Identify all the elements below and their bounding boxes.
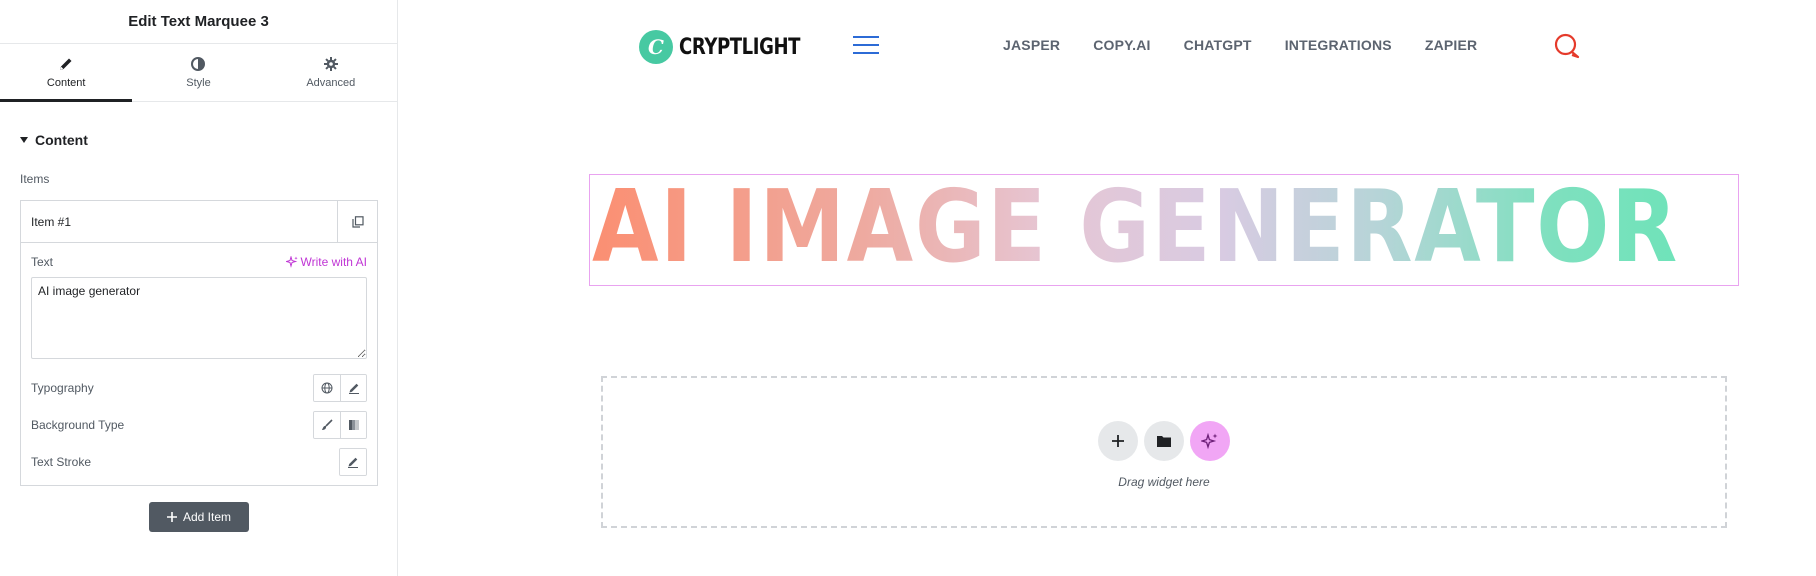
global-typography-button[interactable]	[314, 375, 340, 401]
typography-label: Typography	[31, 381, 94, 395]
add-section-button[interactable]	[1098, 421, 1138, 461]
edit-text-stroke-button[interactable]	[340, 449, 366, 475]
nav-link-copy-ai[interactable]: COPY.AI	[1093, 37, 1150, 53]
repeater-item-title: Item #1	[31, 214, 72, 229]
widget-dropzone[interactable]: Drag widget here	[601, 376, 1727, 528]
ai-generate-button[interactable]	[1190, 421, 1230, 461]
repeater-item: Item #1 Text Write with AI AI image gene…	[20, 200, 378, 486]
sparkle-icon	[285, 256, 298, 268]
half-circle-icon	[191, 57, 206, 71]
text-stroke-row: Text Stroke	[31, 448, 367, 476]
copy-icon	[351, 215, 364, 228]
tab-content-label: Content	[46, 77, 86, 89]
tab-style-label: Style	[186, 77, 211, 89]
tab-advanced[interactable]: Advanced	[265, 44, 397, 101]
nav-link-chatgpt[interactable]: CHATGPT	[1184, 37, 1252, 53]
repeater-item-header[interactable]: Item #1	[21, 200, 377, 243]
content-section-title: Content	[35, 132, 88, 148]
items-label: Items	[20, 172, 50, 186]
folder-icon	[1157, 436, 1171, 447]
logo-letter: C	[648, 35, 664, 59]
write-with-ai-button[interactable]: Write with AI	[285, 255, 367, 269]
globe-icon	[321, 382, 333, 394]
dropzone-label: Drag widget here	[1118, 475, 1210, 489]
add-template-button[interactable]	[1144, 421, 1184, 461]
dropzone-buttons	[1098, 421, 1230, 461]
text-textarea[interactable]: AI image generator	[31, 277, 367, 359]
typography-row: Typography	[31, 374, 367, 402]
text-stroke-controls	[339, 448, 367, 476]
text-stroke-label: Text Stroke	[31, 455, 92, 469]
panel-header: Edit Text Marquee 3	[0, 0, 397, 44]
background-gradient-button[interactable]	[340, 412, 366, 438]
tab-style[interactable]: Style	[132, 44, 264, 101]
search-icon[interactable]	[1553, 32, 1581, 60]
logo-text: CRYPTLIGHT	[679, 34, 801, 60]
caret-down-icon	[20, 137, 28, 143]
nav-link-integrations[interactable]: INTEGRATIONS	[1285, 37, 1392, 53]
page-preview: C CRYPTLIGHT JASPER COPY.AI CHATGPT INTE…	[399, 0, 1816, 576]
pencil-icon	[348, 457, 358, 468]
background-classic-button[interactable]	[314, 412, 340, 438]
plus-icon	[1112, 435, 1124, 447]
nav-link-zapier[interactable]: ZAPIER	[1425, 37, 1478, 53]
write-with-ai-label: Write with AI	[300, 255, 367, 269]
hamburger-menu-icon[interactable]	[853, 36, 879, 60]
panel-tabs: Content Style Advanced	[0, 44, 397, 102]
repeater-item-body: Text Write with AI AI image generator Ty…	[21, 243, 377, 485]
typography-controls	[313, 374, 367, 402]
logo-mark: C	[639, 30, 673, 64]
background-type-row: Background Type	[31, 411, 367, 439]
editor-panel: Edit Text Marquee 3 Content Style Advanc…	[0, 0, 398, 576]
main-nav: JASPER COPY.AI CHATGPT INTEGRATIONS ZAPI…	[1003, 37, 1510, 53]
brush-icon	[322, 419, 333, 430]
sparkle-icon	[1201, 432, 1218, 450]
tab-advanced-label: Advanced	[306, 77, 356, 89]
background-type-controls	[313, 411, 367, 439]
text-label: Text	[31, 255, 54, 269]
content-section-toggle[interactable]: Content	[0, 132, 397, 148]
plus-icon	[166, 512, 177, 522]
pencil-icon	[348, 383, 359, 394]
add-item-button[interactable]: Add Item	[149, 502, 249, 532]
add-item-label: Add Item	[182, 510, 232, 524]
tab-content[interactable]: Content	[0, 44, 133, 102]
gradient-icon	[348, 420, 359, 430]
duplicate-item-button[interactable]	[337, 200, 377, 243]
background-type-label: Background Type	[31, 418, 125, 432]
pencil-icon	[60, 58, 72, 70]
nav-link-jasper[interactable]: JASPER	[1003, 37, 1060, 53]
site-logo[interactable]: C CRYPTLIGHT	[639, 30, 827, 64]
text-control-header: Text Write with AI	[31, 255, 367, 269]
gear-icon	[323, 57, 338, 71]
marquee-text: AI image generator	[592, 162, 1679, 292]
panel-title: Edit Text Marquee 3	[128, 13, 269, 30]
edit-typography-button[interactable]	[340, 375, 366, 401]
